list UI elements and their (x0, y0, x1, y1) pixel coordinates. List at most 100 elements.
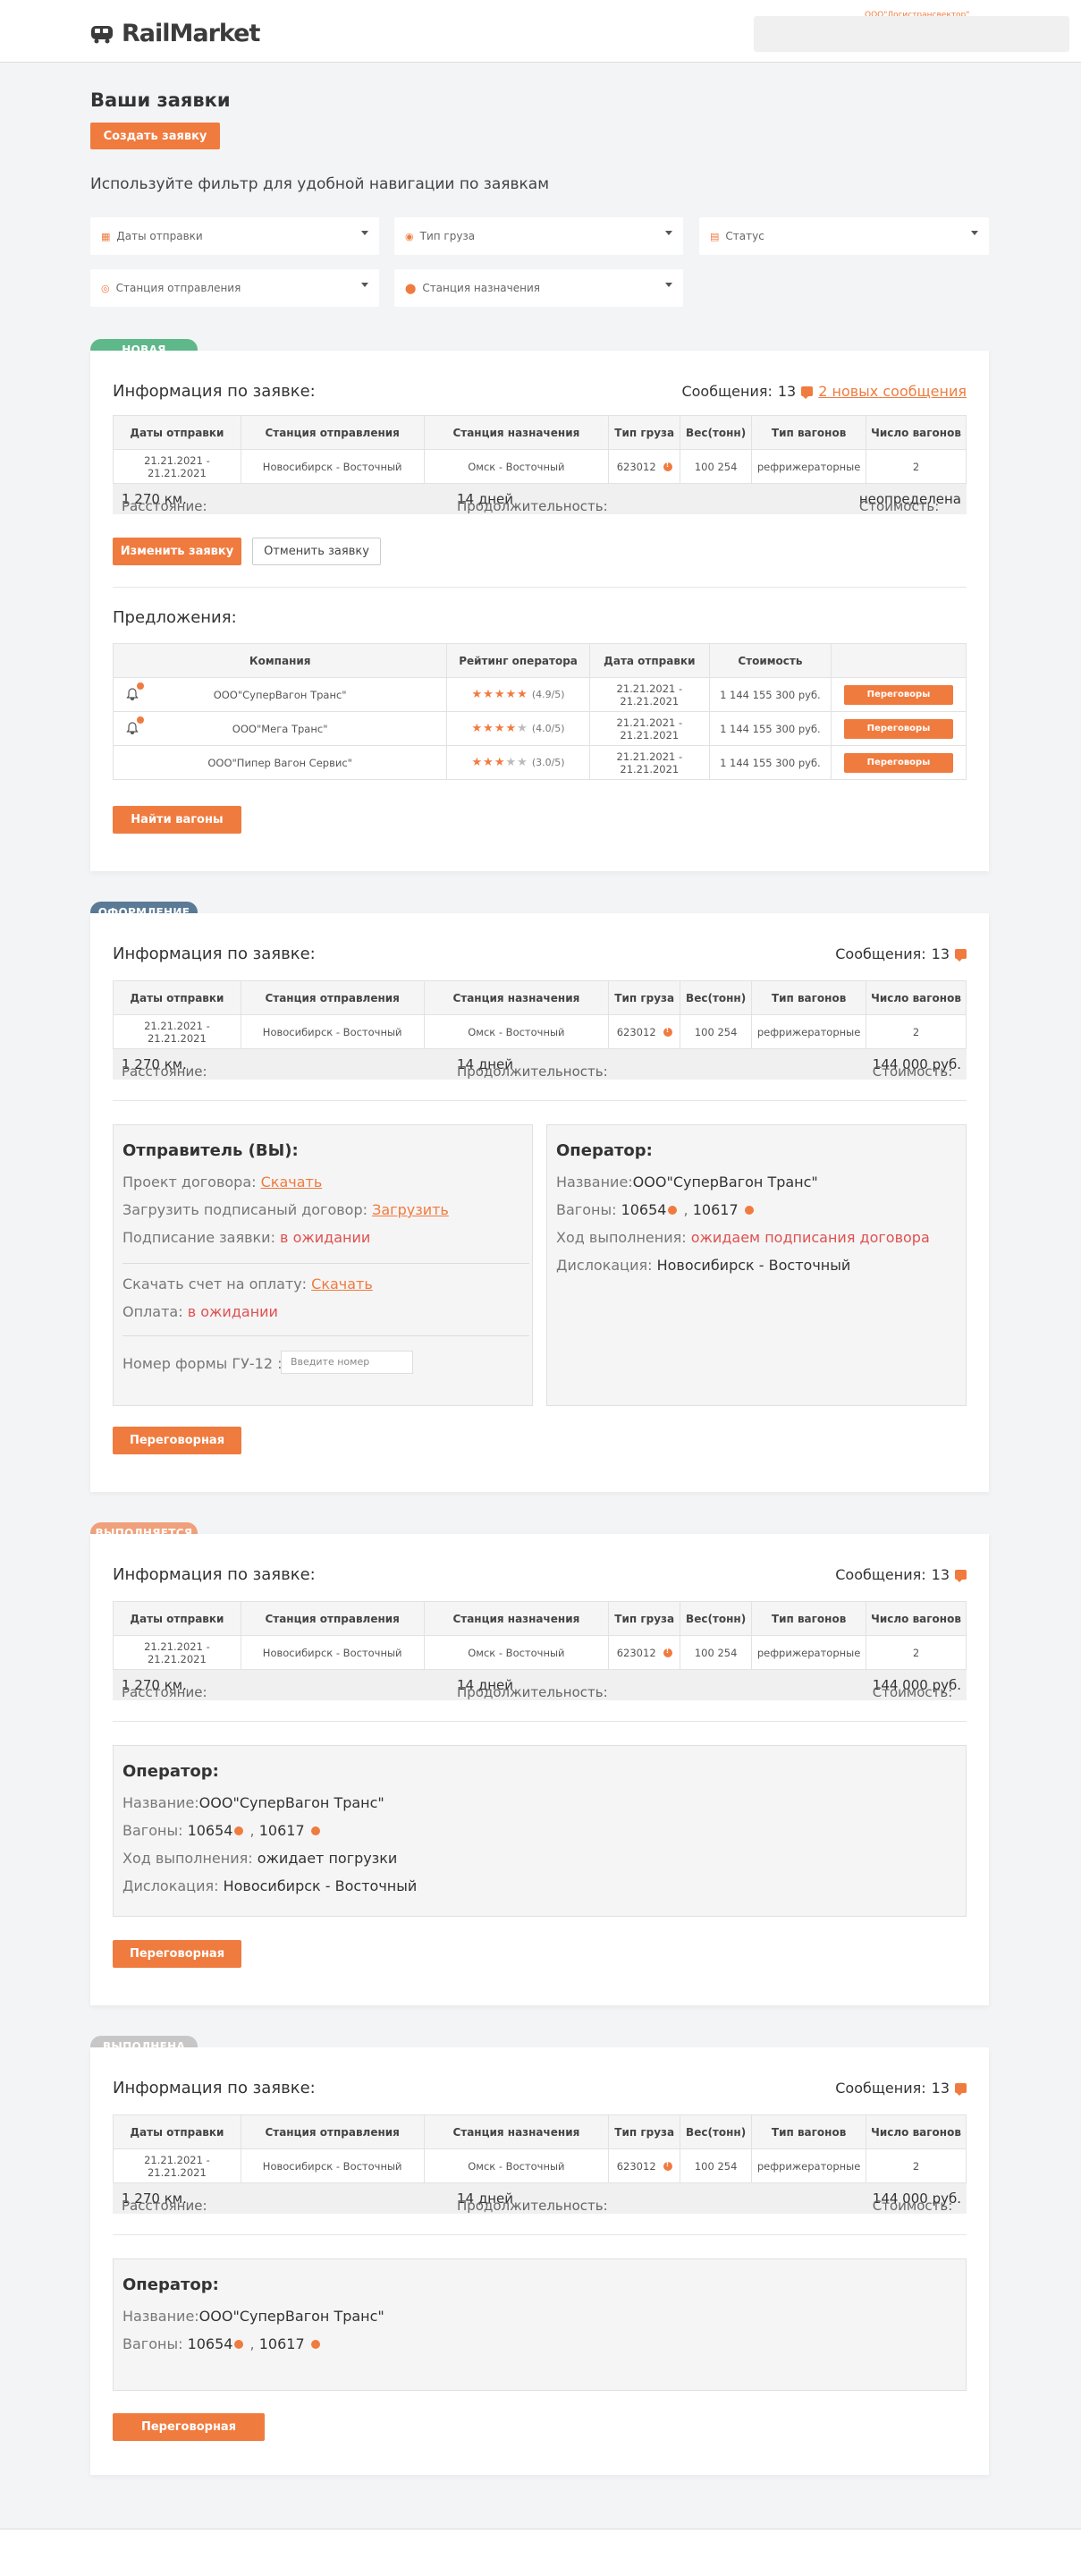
divider (122, 1263, 529, 1264)
wagon-number[interactable]: 10617 (693, 1201, 739, 1218)
divider (113, 1100, 967, 1101)
contract-download-link[interactable]: Скачать (261, 1174, 323, 1191)
request-card-running: Информация по заявке: Сообщения: 13 Даты… (90, 1534, 989, 2005)
filter-destination-station[interactable]: ⬤ Станция назначения (394, 269, 683, 307)
cell-rating: ★★★★★ (4.0/5) (446, 711, 590, 746)
edit-request-button[interactable]: Изменить заявку (113, 538, 241, 565)
create-request-button[interactable]: Создать заявку (90, 123, 220, 149)
info-icon[interactable] (744, 1206, 754, 1215)
request-card-new: Информация по заявке: Сообщения: 13 2 но… (90, 351, 989, 871)
filter-status[interactable]: ▤ Статус (699, 217, 989, 255)
negotiations-button[interactable]: Переговоры (843, 752, 953, 773)
wagon-number[interactable]: 10654 (621, 1201, 667, 1218)
rating-value: (4.0/5) (531, 723, 565, 734)
request-table: Даты отправки Станция отправления Станци… (113, 980, 967, 1049)
cell-date: 21.21.2021 - 21.21.2021 (588, 745, 710, 780)
info-icon[interactable] (234, 1826, 244, 1835)
bell-icon[interactable] (126, 716, 144, 735)
summary-bar: Расстояние: 1 270 км. Продолжительность:… (113, 1049, 967, 1080)
messages-counter: Сообщения: 13 (835, 2080, 967, 2097)
location-row: Дислокация: Новосибирск - Восточный (556, 1257, 850, 1274)
meeting-room-button[interactable]: Переговорная (113, 2413, 265, 2441)
col-header: Вес(тонн) (680, 415, 753, 450)
logo[interactable]: RailMarket (89, 20, 260, 47)
status-icon: ▤ (710, 230, 720, 242)
filter-cargo-label: Тип груза (419, 230, 476, 242)
cell-price: 1 144 155 300 руб. (708, 711, 832, 746)
cell-to: Омск - Восточный (423, 1014, 610, 1049)
wagon-number[interactable]: 10654 (188, 2335, 233, 2352)
operator-name: ООО"СуперВагон Транс" (632, 1174, 818, 1191)
cell-action: Переговоры (830, 677, 967, 712)
col-header: Тип вагонов (751, 1601, 867, 1636)
cancel-request-button[interactable]: Отменить заявку (252, 538, 381, 565)
info-icon[interactable] (668, 1206, 678, 1215)
cell-wagon-type: рефрижераторные (751, 2148, 867, 2183)
message-icon[interactable] (955, 1570, 967, 1582)
messages-count: 13 (931, 945, 950, 962)
message-icon[interactable] (955, 949, 967, 962)
cell-from: Новосибирск - Восточный (240, 449, 425, 484)
cost-label: Стоимость: (872, 2198, 953, 2214)
wagon-number[interactable]: 10654 (188, 1822, 233, 1839)
cost-label: Стоимость: (872, 1684, 953, 1700)
new-messages-link[interactable]: 2 новых сообщения (818, 383, 967, 400)
cell-wagon-type: рефрижераторные (751, 449, 867, 484)
operator-name-row: Название:ООО"СуперВагон Транс" (122, 2308, 384, 2325)
col-header: Тип груза (608, 1601, 681, 1636)
filter-dates-label: Даты отправки (116, 230, 203, 242)
location-label: Дислокация: (556, 1257, 653, 1274)
cell-action: Переговоры (830, 711, 967, 746)
info-title: Информация по заявке: (113, 945, 316, 963)
notification-dot (137, 716, 144, 724)
invoice-download-link[interactable]: Скачать (311, 1275, 373, 1292)
cell-count: 2 (866, 1014, 967, 1049)
duration-label: Продолжительность: (457, 1684, 608, 1700)
filter-departure-station[interactable]: ◎ Станция отправления (90, 269, 379, 307)
name-label: Название: (122, 2308, 199, 2325)
filter-cargo[interactable]: ◉ Тип груза (394, 217, 683, 255)
upload-contract-link[interactable]: Загрузить (372, 1201, 449, 1218)
negotiations-button[interactable]: Переговоры (843, 718, 953, 739)
wagon-number[interactable]: 10617 (259, 2335, 305, 2352)
info-icon[interactable] (310, 2340, 320, 2349)
info-icon[interactable] (663, 1026, 672, 1037)
header-search-box[interactable] (754, 16, 1069, 52)
messages-label: Сообщения: (835, 2080, 926, 2097)
payment-row: Оплата: в ожидании (122, 1303, 278, 1320)
name-label: Название: (122, 1794, 199, 1811)
cargo-code: 623012 (616, 1025, 656, 1038)
map-pin-icon: ⬤ (405, 282, 417, 294)
message-icon[interactable] (955, 2083, 967, 2096)
wagon-number[interactable]: 10617 (259, 1822, 305, 1839)
meeting-room-button[interactable]: Переговорная (113, 1427, 241, 1454)
chevron-down-icon (361, 283, 368, 287)
offer-row: ООО"Мега Транс" ★★★★★ (4.0/5) 21.21.2021 … (112, 711, 967, 746)
location-row: Дислокация: Новосибирск - Восточный (122, 1877, 417, 1894)
table-row: 21.21.2021 - 21.21.2021 Новосибирск - Во… (113, 1635, 967, 1670)
chevron-down-icon (361, 231, 368, 235)
info-icon[interactable] (663, 461, 672, 471)
info-icon[interactable] (663, 1647, 672, 1657)
logo-text: RailMarket (122, 20, 260, 47)
info-icon[interactable] (310, 1826, 320, 1835)
duration-label: Продолжительность: (457, 498, 608, 514)
info-title: Информация по заявке: (113, 2079, 316, 2097)
find-wagons-button[interactable]: Найти вагоны (113, 806, 241, 834)
col-header: Станция назначения (423, 415, 610, 450)
messages-label: Сообщения: (681, 383, 773, 400)
gu-number-input[interactable]: Введите номер (281, 1351, 413, 1374)
info-icon[interactable] (234, 2340, 244, 2349)
col-header: Станция назначения (423, 980, 610, 1015)
filter-dates[interactable]: ▦ Даты отправки (90, 217, 379, 255)
info-icon[interactable] (663, 2160, 672, 2171)
cargo-code: 623012 (616, 460, 656, 473)
negotiations-button[interactable]: Переговоры (843, 684, 953, 705)
cell-wagon-type: рефрижераторные (751, 1635, 867, 1670)
request-table: Даты отправки Станция отправления Станци… (113, 2114, 967, 2183)
bell-icon[interactable] (126, 682, 144, 701)
meeting-room-button[interactable]: Переговорная (113, 1940, 241, 1968)
col-header: Станция назначения (423, 2114, 610, 2149)
progress-label: Ход выполнения: (556, 1229, 687, 1246)
payment-label: Оплата: (122, 1303, 183, 1320)
